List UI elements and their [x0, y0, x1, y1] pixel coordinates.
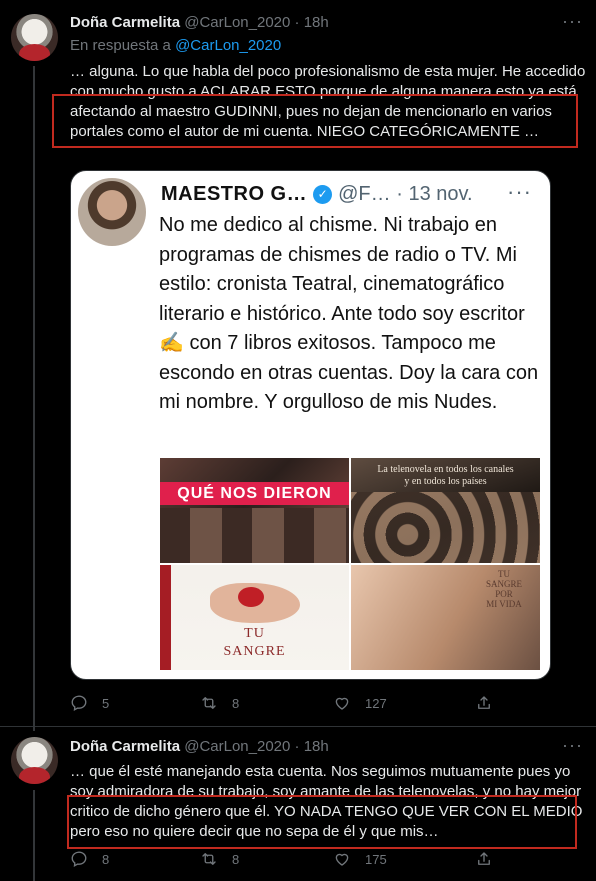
reply-icon [70, 850, 88, 868]
reply-count: 8 [102, 851, 110, 867]
embed-text: No me dedico al chisme. Ni trabajo en pr… [159, 214, 544, 413]
like-count: 127 [365, 695, 387, 711]
tweet-1[interactable]: Doña Carmelita @CarLon_2020 · 18h ··· En… [0, 0, 596, 731]
separator-dot: · [294, 738, 300, 755]
handle[interactable]: @CarLon_2020 [184, 738, 290, 755]
collage-tile-2-photo [351, 492, 540, 563]
embedded-screenshot[interactable]: MAESTRO G… ✓ @F… · 13 nov. ··· No me dedic… [70, 170, 551, 680]
image-collage: QUÉ NOS DIERON La telenovela en todos lo… [160, 458, 540, 670]
collage-tile-1-title: QUÉ NOS DIERON [160, 482, 349, 505]
reply-button[interactable]: 5 [70, 694, 109, 712]
reply-prefix: En respuesta a [70, 37, 176, 54]
more-icon[interactable]: ··· [562, 736, 582, 758]
timestamp[interactable]: 18h [304, 14, 329, 31]
embed-header: MAESTRO G… ✓ @F… · 13 nov. [161, 183, 473, 206]
thread-line [33, 66, 35, 731]
retweet-button[interactable]: 8 [200, 694, 239, 712]
collage-tile-1-photo [160, 508, 349, 563]
like-count: 175 [365, 851, 387, 867]
like-button[interactable]: 175 [333, 850, 387, 868]
collage-tile-3: TU SANGRE [160, 565, 349, 670]
like-icon [333, 850, 351, 868]
reply-button[interactable]: 8 [70, 850, 109, 868]
retweet-count: 8 [232, 851, 240, 867]
reply-handle-link[interactable]: @CarLon_2020 [175, 37, 281, 54]
more-icon[interactable]: ··· [562, 12, 582, 34]
collage-tile-4: TU SANGRE POR MI VIDA [351, 565, 540, 670]
thread-line [33, 790, 35, 881]
like-button[interactable]: 127 [333, 694, 387, 712]
share-icon [475, 850, 493, 868]
highlight-box [67, 795, 577, 849]
verified-icon: ✓ [313, 185, 333, 204]
tweet-actions: 5 8 127 [70, 694, 540, 714]
embed-more-icon: ··· [507, 179, 532, 204]
collage-tile-4-title: TU SANGRE POR MI VIDA [485, 569, 522, 609]
collage-tile-3-title: TU SANGRE [223, 626, 286, 659]
collage-tile-2-caption: La telenovela en todos los canales y en … [377, 464, 514, 487]
handle[interactable]: @CarLon_2020 [184, 14, 290, 31]
collage-tile-3-blood [238, 587, 264, 607]
share-icon [475, 694, 493, 712]
embed-timestamp: 13 nov. [408, 183, 473, 205]
collage-tile-1: QUÉ NOS DIERON [160, 458, 349, 563]
tweet-actions: 8 8 175 [70, 850, 540, 870]
reply-icon [70, 694, 88, 712]
reply-count: 5 [102, 695, 110, 711]
avatar[interactable] [11, 14, 58, 61]
highlight-box [52, 94, 578, 148]
retweet-button[interactable]: 8 [200, 850, 239, 868]
timestamp[interactable]: 18h [304, 738, 329, 755]
share-button[interactable] [475, 694, 507, 712]
avatar[interactable] [11, 737, 58, 784]
separator-dot: · [294, 14, 300, 31]
display-name[interactable]: Doña Carmelita [70, 14, 180, 31]
retweet-icon [200, 694, 218, 712]
share-button[interactable] [475, 850, 507, 868]
embed-avatar [78, 178, 146, 246]
embed-display-name: MAESTRO G… [161, 183, 308, 205]
embed-separator-dot: · [396, 183, 403, 205]
retweet-count: 8 [232, 695, 240, 711]
tweet-header: Doña Carmelita @CarLon_2020 · 18h [70, 14, 329, 31]
like-icon [333, 694, 351, 712]
embed-handle: @F… [338, 183, 391, 205]
collage-tile-2: La telenovela en todos los canales y en … [351, 458, 540, 563]
tweet-2[interactable]: Doña Carmelita @CarLon_2020 · 18h ··· … … [0, 728, 596, 881]
reply-context: En respuesta a @CarLon_2020 [70, 37, 281, 54]
retweet-icon [200, 850, 218, 868]
display-name[interactable]: Doña Carmelita [70, 738, 180, 755]
tweet-header: Doña Carmelita @CarLon_2020 · 18h [70, 738, 329, 755]
